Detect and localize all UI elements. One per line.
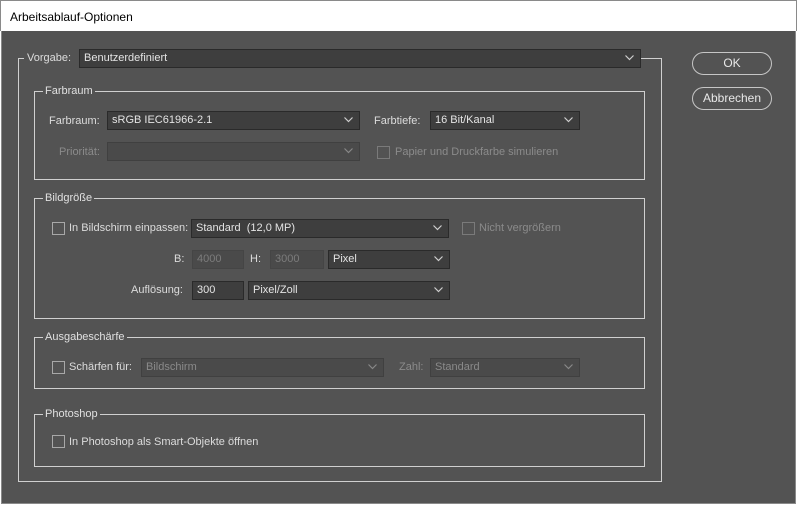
sharpen-checkbox[interactable] <box>52 361 65 374</box>
smart-object-checkbox[interactable] <box>52 435 65 448</box>
resolution-unit-value: Pixel/Zoll <box>253 284 298 296</box>
resolution-label: Auflösung: <box>131 284 183 296</box>
priority-select[interactable] <box>107 142 360 161</box>
amount-value: Standard <box>435 361 480 373</box>
chevron-down-icon <box>563 359 575 376</box>
simulate-paper-checkbox[interactable] <box>377 146 390 159</box>
size-unit-select[interactable]: Pixel <box>328 250 450 269</box>
amount-label: Zahl: <box>399 361 424 373</box>
color-space-group <box>34 91 645 180</box>
chevron-down-icon <box>624 50 636 67</box>
color-space-group-title: Farbraum <box>43 85 95 98</box>
chevron-down-icon <box>367 359 379 376</box>
sharpen-for-select[interactable]: Bildschirm <box>141 358 384 377</box>
preset-select[interactable]: Benutzerdefiniert <box>79 49 641 68</box>
title-bar: Arbeitsablauf-Optionen <box>0 0 797 31</box>
fit-to-screen-label: In Bildschirm einpassen: <box>69 222 189 234</box>
resolution-input[interactable]: 300 <box>192 281 244 300</box>
height-input[interactable]: 3000 <box>270 250 324 269</box>
sharpening-group-title: Ausgabeschärfe <box>43 331 127 344</box>
image-size-group-title: Bildgröße <box>43 192 95 205</box>
dialog-body: Vorgabe: Benutzerdefiniert Farbraum Farb… <box>1 31 796 504</box>
sharpen-for-value: Bildschirm <box>146 361 197 373</box>
amount-select[interactable]: Standard <box>430 358 580 377</box>
ok-button[interactable]: OK <box>692 52 772 75</box>
chevron-down-icon <box>433 282 445 299</box>
size-unit-value: Pixel <box>333 253 357 265</box>
cancel-button[interactable]: Abbrechen <box>692 87 772 110</box>
color-space-label: Farbraum: <box>49 115 100 127</box>
fit-size-select[interactable]: Standard (12,0 MP) <box>191 219 449 238</box>
preset-label: Vorgabe: <box>27 52 72 64</box>
bit-depth-value: 16 Bit/Kanal <box>435 114 495 126</box>
no-enlarge-label: Nicht vergrößern <box>479 222 561 234</box>
resolution-unit-select[interactable]: Pixel/Zoll <box>248 281 450 300</box>
simulate-paper-label: Papier und Druckfarbe simulieren <box>395 146 559 158</box>
height-label: H: <box>250 253 261 265</box>
chevron-down-icon <box>343 112 355 129</box>
sharpen-for-label: Schärfen für: <box>69 361 132 373</box>
no-enlarge-checkbox[interactable] <box>462 222 475 235</box>
chevron-down-icon <box>432 220 444 237</box>
bit-depth-label: Farbtiefe: <box>374 115 421 127</box>
photoshop-group-title: Photoshop <box>43 408 100 421</box>
window-title: Arbeitsablauf-Optionen <box>10 10 133 24</box>
fit-to-screen-checkbox[interactable] <box>52 222 65 235</box>
smart-object-label: In Photoshop als Smart-Objekte öffnen <box>69 436 259 448</box>
chevron-down-icon <box>433 251 445 268</box>
bit-depth-select[interactable]: 16 Bit/Kanal <box>430 111 580 130</box>
width-input[interactable]: 4000 <box>192 250 244 269</box>
chevron-down-icon <box>343 143 355 160</box>
color-space-value: sRGB IEC61966-2.1 <box>112 114 213 126</box>
color-space-select[interactable]: sRGB IEC61966-2.1 <box>107 111 360 130</box>
fit-size-value: Standard (12,0 MP) <box>196 222 296 234</box>
chevron-down-icon <box>563 112 575 129</box>
preset-value: Benutzerdefiniert <box>84 52 168 64</box>
priority-label: Priorität: <box>59 146 100 158</box>
width-label: B: <box>174 253 185 265</box>
